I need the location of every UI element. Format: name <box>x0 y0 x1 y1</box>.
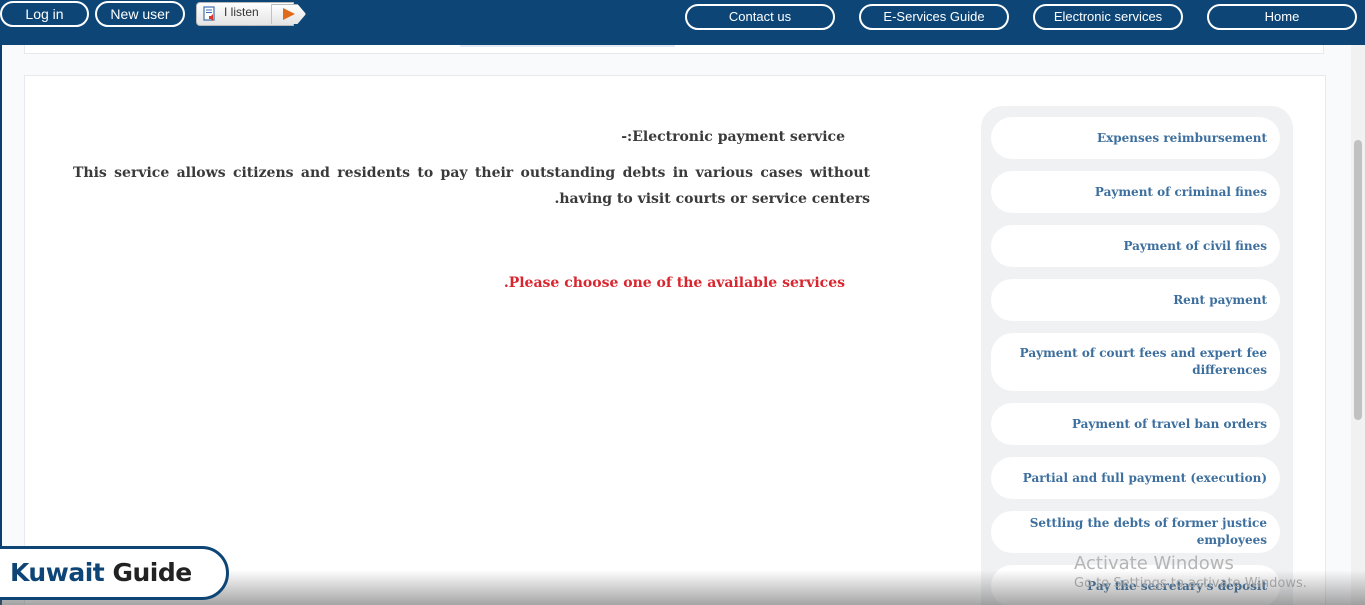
top-navigation-bar: Log in New user I listen Contact us E-Se… <box>0 0 1365 45</box>
service-criminal-fines[interactable]: Payment of criminal fines <box>991 171 1280 213</box>
page-content-area: Electronic payment service:- This servic… <box>2 45 1351 605</box>
service-civil-fines[interactable]: Payment of civil fines <box>991 225 1280 267</box>
login-button[interactable]: Log in <box>0 1 89 27</box>
logo-part-guide: Guide <box>112 558 192 587</box>
service-rent-payment[interactable]: Rent payment <box>991 279 1280 321</box>
contact-us-button[interactable]: Contact us <box>685 4 835 30</box>
service-former-employees-debts[interactable]: Settling the debts of former justice emp… <box>991 511 1280 553</box>
play-icon[interactable] <box>283 8 295 20</box>
choose-service-notice: Please choose one of the available servi… <box>503 275 845 291</box>
speaker-document-icon <box>203 6 215 21</box>
kuwait-guide-logo: Kuwait Guide <box>0 546 229 600</box>
listen-separator <box>271 4 272 24</box>
listen-widget[interactable]: I listen <box>196 2 311 26</box>
e-services-guide-button[interactable]: E-Services Guide <box>859 4 1009 30</box>
header-strip <box>24 45 1324 54</box>
service-travel-ban-orders[interactable]: Payment of travel ban orders <box>991 403 1280 445</box>
page-scrollbar[interactable] <box>1351 45 1365 605</box>
new-user-button[interactable]: New user <box>95 1 185 27</box>
services-list: Expenses reimbursement Payment of crimin… <box>981 106 1293 605</box>
home-button[interactable]: Home <box>1207 4 1357 30</box>
service-court-fees[interactable]: Payment of court fees and expert fee dif… <box>991 333 1280 391</box>
watermark-line-2: Go to Settings to activate Windows. <box>1074 576 1307 591</box>
service-partial-full-payment[interactable]: Partial and full payment (execution) <box>991 457 1280 499</box>
activate-windows-watermark: Activate Windows Go to Settings to activ… <box>1074 553 1307 591</box>
listen-label: I listen <box>224 5 259 19</box>
header-strip-accent <box>460 45 675 47</box>
watermark-line-1: Activate Windows <box>1074 553 1234 574</box>
scrollbar-thumb[interactable] <box>1354 140 1362 420</box>
main-panel: Electronic payment service:- This servic… <box>24 75 1326 605</box>
service-description: This service allows citizens and residen… <box>73 165 870 207</box>
logo-part-kuwait: Kuwait <box>10 558 105 587</box>
service-expenses-reimbursement[interactable]: Expenses reimbursement <box>991 117 1280 159</box>
electronic-services-button[interactable]: Electronic services <box>1033 4 1183 30</box>
service-title: Electronic payment service:- <box>621 129 845 145</box>
